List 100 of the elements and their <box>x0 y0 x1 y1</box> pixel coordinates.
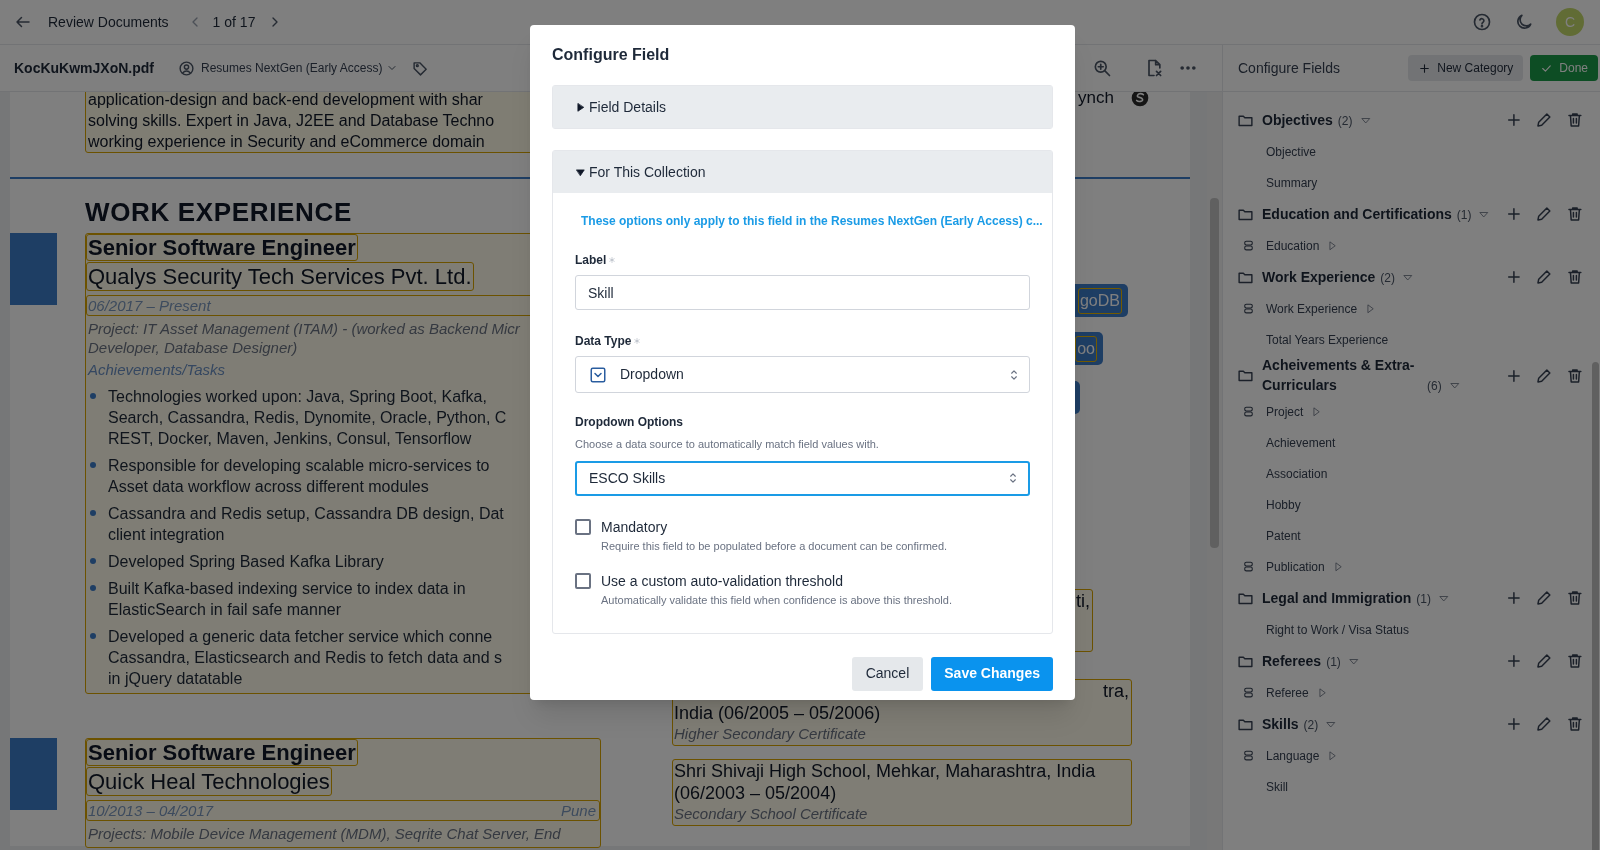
field-item[interactable]: Skill <box>1266 777 1288 796</box>
caret-icon[interactable] <box>1403 272 1414 283</box>
section-header[interactable]: For This Collection <box>553 151 1052 193</box>
stack-icon <box>1242 560 1255 573</box>
hint-text: Choose a data source to automatically match field values with. <box>575 437 880 452</box>
field-item[interactable]: Education <box>1266 236 1320 255</box>
project-text: Projects: Mobile Device Management (MDM), Seqrite Chat Server, End <box>87 824 562 843</box>
scrollbar-thumb[interactable] <box>1210 198 1219 548</box>
section-header[interactable]: Field Details <box>553 86 1052 128</box>
field-item[interactable]: Right to Work / Visa Status <box>1266 620 1409 639</box>
project-text: Project: IT Asset Management (ITAM) - (worked as Backend Micr Developer, Database Designer) <box>87 319 521 357</box>
done-button[interactable]: Done <box>1530 55 1598 81</box>
stack-icon <box>1242 686 1255 699</box>
caret-icon[interactable] <box>1326 719 1337 730</box>
data-type-select[interactable]: Dropdown <box>575 356 1030 393</box>
job-title: Senior Software Engineer <box>86 739 358 766</box>
category-name[interactable]: Work Experience <box>1262 266 1376 287</box>
field-item[interactable]: Achievement <box>1266 433 1336 452</box>
expand-icon[interactable] <box>1327 750 1338 761</box>
label-input[interactable]: Skill <box>575 275 1030 310</box>
field-item[interactable]: Association <box>1266 464 1328 483</box>
section-heading: WORK EXPERIENCE <box>85 197 352 227</box>
item-count: (6) <box>1427 379 1442 393</box>
tag-icon[interactable] <box>412 59 430 77</box>
collection-dropdown[interactable]: Resumes NextGen (Early Access) <box>201 59 399 77</box>
category-name[interactable]: Acheivements & Extra-Curriculars <box>1262 355 1422 395</box>
expand-icon[interactable] <box>1316 687 1327 698</box>
field-item[interactable]: Total Years Experience <box>1266 330 1389 349</box>
date-range: 06/2017 – Present <box>88 296 211 315</box>
job-title: Senior Software Engineer <box>86 234 358 261</box>
field-label: Data Type <box>575 333 632 350</box>
expand-icon[interactable] <box>1327 240 1338 251</box>
bullet-text: Cassandra and Redis setup, Cassandra DB design, Dat client integration <box>108 504 504 545</box>
category-name[interactable]: Education and Certifications <box>1262 203 1452 224</box>
checkbox[interactable] <box>575 573 591 589</box>
education-text: India (06/2005 – 05/2006) <box>673 702 882 724</box>
panel-title: Configure Fields <box>1238 58 1340 78</box>
field-item[interactable]: Work Experience <box>1266 299 1358 318</box>
certificate-text: Higher Secondary Certificate <box>673 724 867 743</box>
help-icon[interactable] <box>1472 12 1492 32</box>
trash-icon[interactable] <box>1566 652 1584 670</box>
page-counter: 1 of 17 <box>212 12 256 32</box>
cancel-button[interactable]: Cancel <box>851 656 924 691</box>
bullet-text: Responsible for developing scalable micro-services to Asset data workflow across different modules <box>108 456 490 497</box>
new-category-button[interactable]: New Category <box>1408 55 1524 81</box>
field-item[interactable]: Hobby <box>1266 495 1301 514</box>
data-source-select[interactable]: ESCO Skills <box>575 460 1030 496</box>
field-item[interactable]: Patent <box>1266 526 1301 545</box>
category-name[interactable]: Objectives <box>1262 109 1333 130</box>
bullet-text: Developed Spring Based Kafka Library <box>108 552 384 572</box>
trash-icon[interactable] <box>1566 715 1584 733</box>
checkbox-label[interactable]: Mandatory <box>601 517 948 536</box>
category-name[interactable]: Referees <box>1262 650 1322 671</box>
trash-icon[interactable] <box>1566 589 1584 607</box>
caret-icon[interactable] <box>1360 115 1371 126</box>
plus-icon <box>1418 61 1432 75</box>
field-item[interactable]: Language <box>1266 746 1320 765</box>
item-count: (2) <box>1380 270 1396 285</box>
trash-icon[interactable] <box>1566 205 1584 223</box>
field-item[interactable]: Publication <box>1266 557 1325 576</box>
zoom-in-icon[interactable] <box>1092 58 1112 78</box>
stack-icon <box>1242 302 1255 315</box>
category-name[interactable]: Skills <box>1262 713 1299 734</box>
dialog-title: Configure Field <box>552 45 671 65</box>
education-text: ti, <box>1076 590 1091 612</box>
trash-icon[interactable] <box>1566 366 1584 385</box>
location: Pune <box>560 801 597 820</box>
checkbox[interactable] <box>575 518 591 535</box>
trash-icon[interactable] <box>1566 268 1584 286</box>
certificate-text: Secondary School Certificate <box>673 804 869 823</box>
caret-icon[interactable] <box>1439 593 1450 604</box>
subheading: Achievements/Tasks <box>86 360 226 380</box>
info-text: These options only apply to this field in the Resumes NextGen (Early Access) c... <box>581 213 1043 230</box>
hint-text: Require this field to be populated before a document can be confirmed. <box>601 538 948 554</box>
scrollbar-thumb[interactable] <box>1592 362 1599 850</box>
save-button[interactable]: Save Changes <box>931 656 1053 691</box>
field-item[interactable]: Project <box>1266 402 1304 421</box>
stack-icon <box>1242 239 1255 252</box>
checkbox-label[interactable]: Use a custom auto-validation threshold <box>601 572 952 590</box>
field-item[interactable]: Summary <box>1266 173 1318 192</box>
field-item[interactable]: Referee <box>1266 683 1309 702</box>
expand-icon[interactable] <box>1332 561 1343 572</box>
section-marker <box>10 738 57 810</box>
bullet-text: Developed a generic data fetcher service which conne Cassandra, Elasticsearch and Redis to fetch data and s in jQuery datatable <box>108 627 502 689</box>
item-count: (1) <box>1416 591 1432 606</box>
education-text: Shri Shivaji High School, Mehkar, Maharashtra, India (06/2003 – 05/2004) <box>673 760 1097 804</box>
item-count: (2) <box>1337 113 1353 128</box>
caret-icon[interactable] <box>1479 209 1490 220</box>
stack-icon <box>1242 405 1255 418</box>
expand-icon[interactable] <box>1311 406 1322 417</box>
category-name[interactable]: Legal and Immigration <box>1262 587 1412 608</box>
trash-icon[interactable] <box>1566 111 1584 129</box>
moon-icon[interactable] <box>1514 12 1534 32</box>
caret-icon[interactable] <box>1348 656 1359 667</box>
field-label: Dropdown Options <box>575 414 684 431</box>
expand-icon[interactable] <box>1365 303 1376 314</box>
field-item[interactable]: Objective <box>1266 142 1317 161</box>
hint-text: Automatically validate this field when confidence is above this threshold. <box>601 593 952 608</box>
section-marker <box>10 233 57 305</box>
company-name: Quick Heal Technologies <box>86 767 332 796</box>
